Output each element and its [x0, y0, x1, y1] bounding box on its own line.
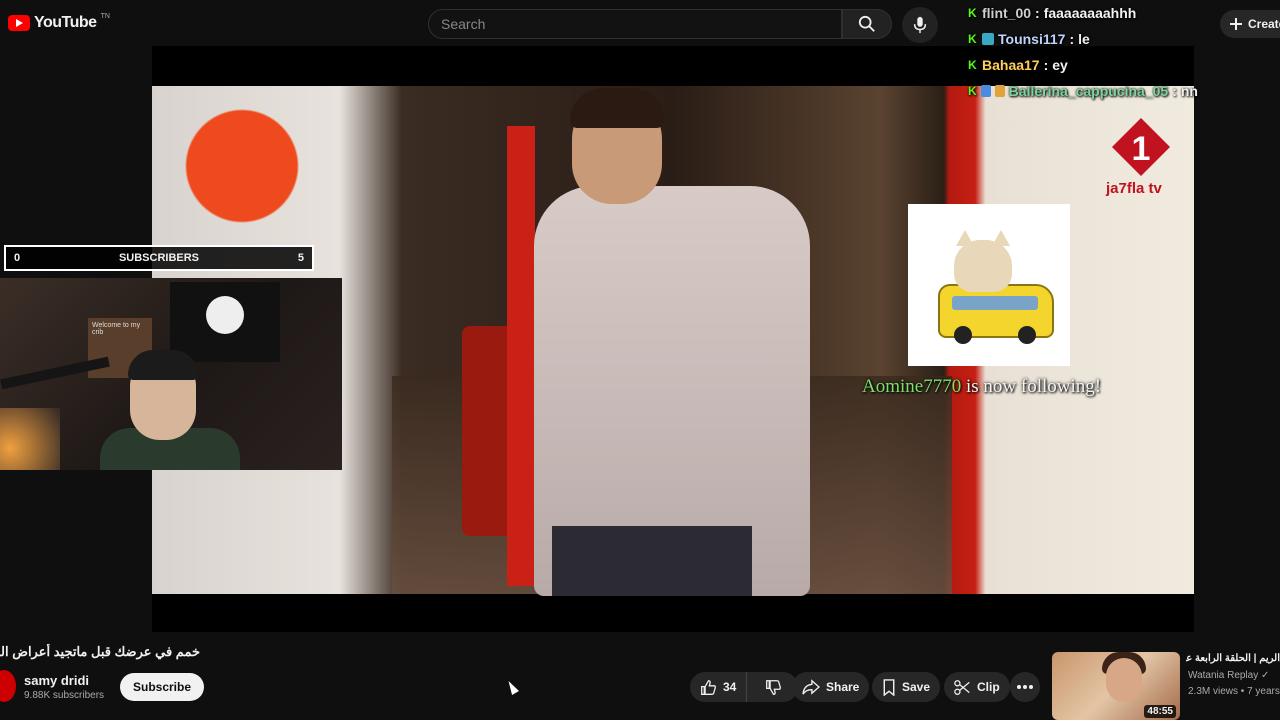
more-horizontal-icon: [1017, 685, 1033, 689]
person-hair-shape: [570, 88, 664, 128]
bus-wheel-shape: [954, 326, 972, 344]
chat-overlay: K flint_00: faaaaaaaahhh K Tounsi117: le…: [968, 0, 1198, 104]
plus-icon: [1230, 18, 1242, 30]
channel-logo-icon: 1: [1112, 118, 1170, 176]
share-label: Share: [826, 680, 860, 694]
subscribe-button[interactable]: Subscribe: [120, 673, 205, 701]
clip-button[interactable]: Clip: [944, 672, 1010, 702]
subbar-current: 0: [14, 252, 21, 264]
chat-username: flint_00: [982, 5, 1032, 21]
save-label: Save: [902, 680, 931, 694]
voice-search-button[interactable]: [902, 7, 938, 43]
chat-text: ey: [1052, 57, 1068, 73]
video-duration: 48:55: [1144, 705, 1176, 718]
chat-message: K flint_00: faaaaaaaahhh: [968, 0, 1198, 26]
bus-window-shape: [952, 296, 1038, 310]
create-button[interactable]: Create: [1220, 10, 1280, 38]
chat-separator: :: [1035, 5, 1040, 21]
webcam-overlay: Welcome to my crib: [0, 278, 342, 470]
thumbs-up-icon: [701, 679, 716, 695]
kick-icon: K: [968, 32, 977, 46]
kick-icon: K: [968, 84, 977, 98]
pirate-flag: [170, 282, 280, 362]
cat-ear-shape: [992, 230, 1010, 246]
verified-icon: ✓: [1261, 670, 1270, 681]
recommended-video-meta: 2.3M views • 7 years a: [1188, 686, 1280, 697]
follower-name: Aomine7770: [862, 376, 962, 397]
bookmark-icon: [883, 678, 895, 696]
chat-badge-icon: [982, 33, 994, 45]
dislike-button[interactable]: [753, 672, 794, 702]
skull-icon: [206, 296, 244, 334]
youtube-logo[interactable]: YouTube TN: [8, 12, 110, 32]
channel-subscribers: 9.88K subscribers: [24, 690, 105, 701]
search-button[interactable]: [842, 9, 892, 39]
follow-alert-text: Aomine7770 is now following!: [862, 376, 1101, 398]
chat-separator: :: [1069, 31, 1075, 47]
chat-text: faaaaaaaahhh: [1043, 5, 1137, 21]
mic-icon: [913, 16, 927, 34]
logo-country: TN: [100, 12, 110, 20]
chat-username: Ballerina_cappucina_05: [1008, 83, 1169, 99]
recommended-video-channel: Watania Replay ✓: [1188, 670, 1269, 681]
cat-shape: [954, 230, 1012, 292]
chat-badge-icon: [994, 85, 1005, 97]
create-label: Create: [1248, 17, 1280, 31]
kick-icon: K: [968, 58, 977, 72]
more-actions-button[interactable]: [1010, 672, 1040, 702]
search-box: [428, 9, 842, 39]
recommended-video-title[interactable]: الريم | الحلقة الرابعة عشر: [1186, 653, 1280, 664]
share-icon: [802, 679, 820, 695]
search-input[interactable]: [439, 15, 823, 33]
share-button[interactable]: Share: [792, 672, 870, 702]
follow-suffix: is now following!: [961, 376, 1102, 397]
recommended-video-thumbnail[interactable]: 48:55: [1052, 652, 1180, 720]
subbar-goal: 5: [297, 252, 304, 264]
like-button[interactable]: 34: [690, 672, 748, 702]
person-pants-shape: [552, 526, 752, 596]
subscriber-goal-bar: 0 SUBSCRIBERS 5: [4, 245, 314, 271]
thumbnail-face-shape: [1106, 658, 1142, 702]
bus-wheel-shape: [1018, 326, 1036, 344]
chat-badge-icon: [980, 85, 991, 97]
save-button[interactable]: Save: [872, 672, 941, 702]
mouse-cursor: [505, 678, 519, 696]
logo-text: YouTube: [34, 14, 97, 31]
chat-message: K Ballerina_cappucina_05: nn: [968, 78, 1198, 104]
channel-name[interactable]: samy dridi: [24, 673, 89, 688]
lamp-glow: [0, 408, 60, 470]
chat-text: nn: [1180, 83, 1198, 99]
channel-tag: ja7fla tv: [1106, 180, 1162, 197]
thumbs-down-icon: [766, 679, 782, 695]
chat-text: le: [1078, 31, 1090, 47]
kick-icon: K: [968, 6, 977, 20]
subbar-label: SUBSCRIBERS: [118, 252, 200, 264]
youtube-play-icon: [8, 15, 30, 31]
video-title: خمم في عرضك قبل ماتجيد أعراض النّ: [0, 644, 200, 659]
chat-message: K Tounsi117: le: [968, 26, 1198, 52]
chat-separator: :: [1172, 83, 1177, 99]
poster-text: Welcome to my crib: [92, 322, 141, 336]
chat-username: Bahaa17: [982, 57, 1040, 73]
red-pillar-shape: [507, 126, 535, 586]
svg-text:1: 1: [1132, 130, 1151, 168]
like-count: 34: [723, 680, 737, 694]
scissors-icon: [954, 679, 970, 695]
channel-avatar[interactable]: [0, 670, 16, 702]
follow-alert-image: [908, 204, 1070, 366]
cat-ear-shape: [956, 230, 974, 246]
streamer-beanie: [128, 350, 198, 380]
like-dislike-group: 34: [690, 672, 798, 702]
search-icon: [858, 15, 875, 32]
clip-label: Clip: [977, 680, 1000, 694]
chat-separator: :: [1043, 57, 1049, 73]
chat-username: Tounsi117: [998, 31, 1066, 47]
recommended-channel-name: Watania Replay: [1188, 670, 1259, 681]
toy-bus-shape: [938, 284, 1054, 344]
chat-message: K Bahaa17: ey: [968, 52, 1198, 78]
